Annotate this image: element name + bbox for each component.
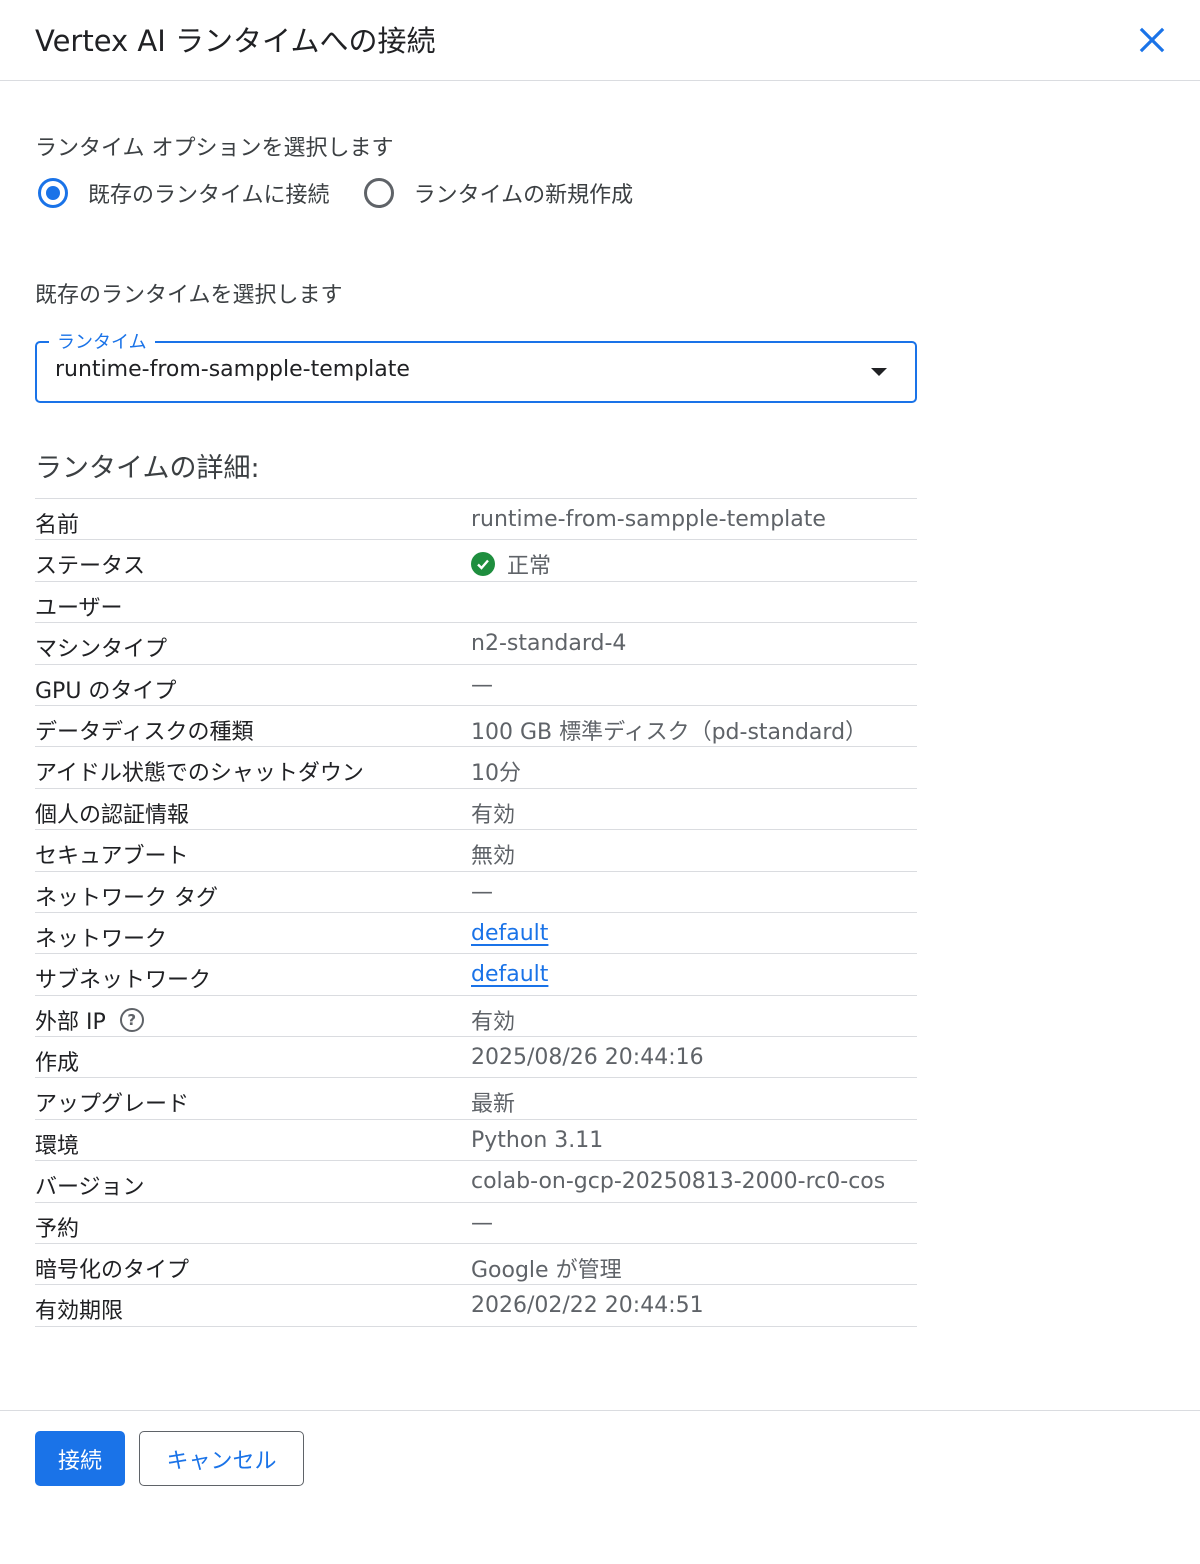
- existing-runtime-label: 既存のランタイムを選択します: [35, 283, 343, 308]
- detail-value: n2-standard-4: [471, 631, 627, 657]
- runtime-select[interactable]: ランタイム runtime-from-sampple-template: [35, 328, 917, 403]
- footer-divider: [0, 1410, 1200, 1411]
- close-icon: [1139, 27, 1165, 53]
- detail-value: 最新: [471, 1092, 516, 1118]
- table-row: 個人の認証情報 有効: [35, 789, 917, 831]
- detail-value: 2025/08/26 20:44:16: [471, 1045, 704, 1071]
- detail-value: Google が管理: [471, 1258, 622, 1284]
- detail-value: 有効: [471, 802, 516, 828]
- detail-value: 100 GB 標準ディスク（pd-standard）: [471, 719, 868, 745]
- subnetwork-link[interactable]: default: [471, 962, 548, 987]
- detail-value: runtime-from-sampple-template: [471, 507, 826, 532]
- table-row: 名前 runtime-from-sampple-template: [35, 499, 917, 541]
- detail-key: バージョン: [35, 1175, 145, 1201]
- table-row: 作成 2025/08/26 20:44:16: [35, 1037, 917, 1079]
- detail-key: アイドル状態でのシャットダウン: [35, 761, 364, 787]
- detail-key: 環境: [35, 1133, 80, 1159]
- radio-create-new-label: ランタイムの新規作成: [413, 183, 634, 208]
- table-row: GPU のタイプ —: [35, 665, 917, 706]
- radio-connect-existing-label: 既存のランタイムに接続: [88, 183, 330, 208]
- detail-key: ネットワーク: [35, 926, 168, 952]
- detail-value: 有効: [471, 1009, 516, 1035]
- detail-key: アップグレード: [35, 1092, 190, 1118]
- detail-key: 予約: [35, 1216, 80, 1242]
- runtime-option-label: ランタイム オプションを選択します: [35, 136, 394, 161]
- runtime-option-radio-group: 既存のランタイムに接続 ランタイムの新規作成: [38, 174, 667, 212]
- table-row: ネットワーク タグ —: [35, 872, 917, 913]
- table-row: 有効期限 2026/02/22 20:44:51: [35, 1285, 917, 1327]
- status-text: 正常: [507, 554, 552, 580]
- runtime-select-value: runtime-from-sampple-template: [55, 357, 410, 382]
- detail-value-status: 正常: [471, 548, 551, 580]
- detail-key: セキュアブート: [35, 844, 189, 870]
- table-row: 外部 IP ? 有効: [35, 996, 917, 1038]
- table-row: アップグレード 最新: [35, 1078, 917, 1120]
- detail-value: —: [471, 879, 493, 905]
- detail-value: colab-on-gcp-20250813-2000-rc0-cos: [471, 1169, 886, 1195]
- radio-create-new[interactable]: ランタイムの新規作成: [363, 177, 634, 209]
- radio-unchecked-icon: [363, 178, 394, 208]
- detail-key: ネットワーク タグ: [35, 885, 218, 911]
- table-row: 暗号化のタイプ Google が管理: [35, 1244, 917, 1286]
- runtime-details-title: ランタイムの詳細:: [35, 453, 260, 484]
- detail-value: 無効: [471, 844, 516, 870]
- detail-key: 個人の認証情報: [35, 802, 190, 828]
- cancel-button[interactable]: キャンセル: [139, 1431, 304, 1486]
- radio-connect-existing[interactable]: 既存のランタイムに接続: [38, 177, 330, 209]
- detail-value: Python 3.11: [471, 1127, 604, 1153]
- table-row: ユーザー: [35, 582, 917, 624]
- network-link[interactable]: default: [471, 921, 548, 946]
- dialog-title: Vertex AI ランタイムへの接続: [35, 24, 436, 58]
- connect-button[interactable]: 接続: [35, 1431, 125, 1486]
- detail-key: ステータス: [35, 554, 146, 580]
- detail-key: 有効期限: [35, 1299, 124, 1325]
- check-circle-icon: [471, 552, 495, 577]
- detail-key: 作成: [35, 1051, 80, 1077]
- table-row: セキュアブート 無効: [35, 830, 917, 872]
- detail-value: 2026/02/22 20:44:51: [471, 1293, 704, 1319]
- table-row: 環境 Python 3.11: [35, 1120, 917, 1162]
- table-row: 予約 —: [35, 1203, 917, 1245]
- detail-key: サブネットワーク: [35, 968, 212, 994]
- detail-key: 暗号化のタイプ: [35, 1258, 190, 1284]
- detail-key: ユーザー: [35, 595, 123, 621]
- table-row: データディスクの種類 100 GB 標準ディスク（pd-standard）: [35, 706, 917, 748]
- detail-key-external-ip: 外部 IP ?: [35, 1004, 144, 1036]
- detail-key: 外部 IP: [35, 1009, 106, 1035]
- table-row: アイドル状態でのシャットダウン 10分: [35, 747, 917, 789]
- table-row: ステータス 正常: [35, 540, 917, 582]
- detail-key: マシンタイプ: [35, 637, 168, 663]
- help-icon[interactable]: ?: [119, 1007, 144, 1032]
- radio-checked-icon: [38, 178, 68, 208]
- detail-key: 名前: [35, 513, 80, 538]
- detail-value: —: [471, 1210, 493, 1236]
- table-row: ネットワーク default: [35, 913, 917, 955]
- dropdown-arrow-icon: [871, 368, 887, 376]
- detail-value: —: [471, 672, 493, 698]
- dialog-header: Vertex AI ランタイムへの接続: [0, 0, 1200, 81]
- table-row: サブネットワーク default: [35, 954, 917, 996]
- runtime-details-table: 名前 runtime-from-sampple-template ステータス 正…: [35, 498, 917, 1327]
- table-row: バージョン colab-on-gcp-20250813-2000-rc0-cos: [35, 1161, 917, 1203]
- detail-key: データディスクの種類: [35, 719, 254, 745]
- runtime-select-legend: ランタイム: [49, 328, 155, 354]
- detail-value: 10分: [471, 761, 521, 787]
- close-button[interactable]: [1130, 18, 1174, 62]
- table-row: マシンタイプ n2-standard-4: [35, 623, 917, 665]
- detail-key: GPU のタイプ: [35, 678, 177, 704]
